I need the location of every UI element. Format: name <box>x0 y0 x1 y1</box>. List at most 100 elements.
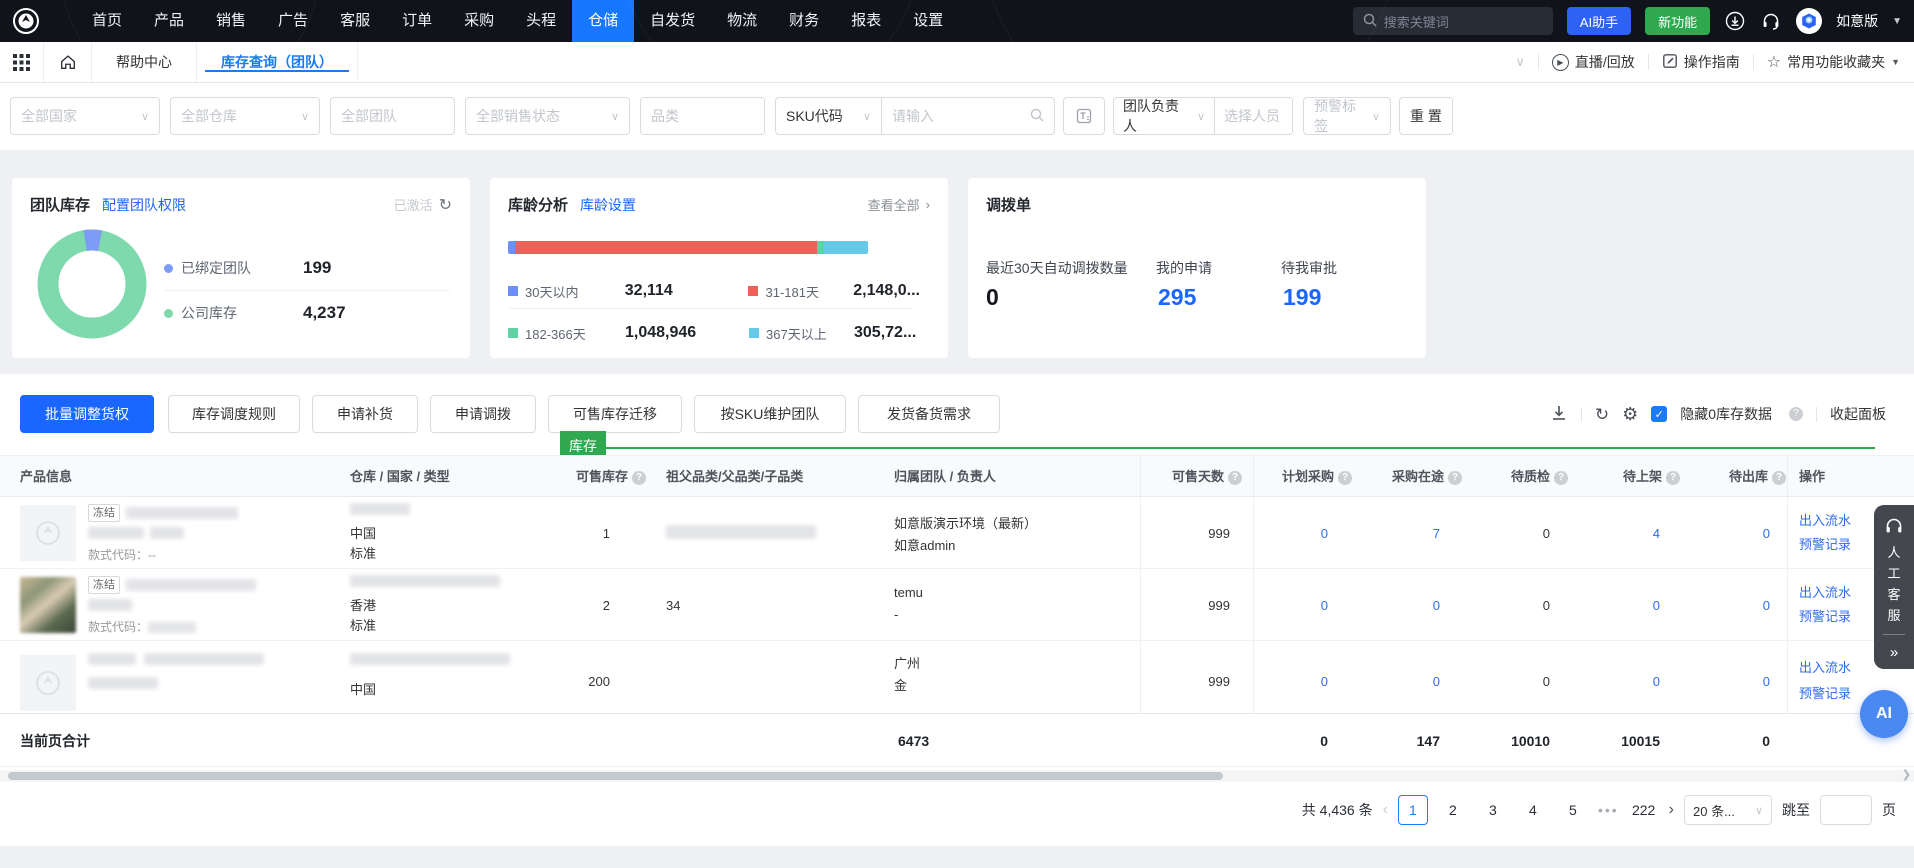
table-row[interactable]: 冻结 款式代码：-- 中国 标准 1 如意版演示环境（最新） 如意admin 9… <box>0 497 1914 569</box>
help-circle-icon[interactable]: ? <box>1448 471 1462 485</box>
page-4[interactable]: 4 <box>1518 795 1548 825</box>
help-circle-icon[interactable]: ? <box>1666 471 1680 485</box>
pending-shelving-link[interactable]: 4 <box>1586 526 1660 541</box>
help-circle-icon[interactable]: ? <box>1338 471 1352 485</box>
chevron-down-icon[interactable]: ▼ <box>1892 16 1902 27</box>
warning-record-link[interactable]: 预警记录 <box>1799 534 1851 553</box>
prev-page-arrow[interactable]: ‹ <box>1383 801 1388 819</box>
nav-item-customer-service[interactable]: 客服 <box>324 0 386 42</box>
warning-record-link[interactable]: 预警记录 <box>1799 683 1851 702</box>
nav-item-ads[interactable]: 广告 <box>262 0 324 42</box>
apply-transfer-button[interactable]: 申请调拨 <box>430 395 536 433</box>
maintain-team-by-sku-button[interactable]: 按SKU维护团队 <box>694 395 846 433</box>
favorites-menu[interactable]: ☆ 常用功能收藏夹 ▼ <box>1767 52 1900 72</box>
page-3[interactable]: 3 <box>1478 795 1508 825</box>
collapse-right-icon[interactable]: » <box>1890 644 1898 661</box>
nav-item-reports[interactable]: 报表 <box>835 0 897 42</box>
warning-tag-select[interactable]: 预警标签∨ <box>1303 97 1391 135</box>
team-select[interactable]: 全部团队 <box>330 97 455 135</box>
live-replay-button[interactable]: ▶ 直播/回放 <box>1552 52 1635 72</box>
nav-item-logistics[interactable]: 物流 <box>711 0 773 42</box>
scrollbar-thumb[interactable] <box>8 772 1223 780</box>
help-circle-icon[interactable]: ? <box>632 471 646 485</box>
help-circle-icon[interactable]: ? <box>1554 471 1568 485</box>
view-all-link[interactable]: 查看全部 › <box>868 195 930 214</box>
brand-logo-icon[interactable] <box>12 7 40 35</box>
pending-outbound-link[interactable]: 0 <box>1690 674 1770 689</box>
refresh-icon[interactable]: ↻ <box>1595 406 1609 423</box>
jump-page-input[interactable] <box>1820 795 1872 825</box>
user-avatar[interactable] <box>1796 8 1822 34</box>
page-2[interactable]: 2 <box>1438 795 1468 825</box>
next-page-arrow[interactable]: › <box>1669 801 1674 819</box>
global-search-input[interactable]: 搜索关键词 <box>1353 7 1553 35</box>
human-service-widget[interactable]: 人 工 客 服 » <box>1874 505 1914 669</box>
help-circle-icon[interactable]: ? <box>1228 471 1242 485</box>
stock-flow-link[interactable]: 出入流水 <box>1799 582 1851 601</box>
pending-shelving-link[interactable]: 0 <box>1586 598 1660 613</box>
shipping-stock-demand-button[interactable]: 发货备货需求 <box>858 395 1000 433</box>
sellable-stock-migration-button[interactable]: 可售库存迁移 <box>548 395 682 433</box>
help-circle-icon[interactable]: ? <box>1789 407 1803 421</box>
ai-assistant-button[interactable]: AI助手 <box>1567 7 1631 35</box>
download-icon[interactable] <box>1724 10 1746 32</box>
nav-item-warehouse[interactable]: 仓储 <box>572 0 634 42</box>
nav-item-purchasing[interactable]: 采购 <box>448 0 510 42</box>
batch-input-icon-button[interactable] <box>1063 97 1105 135</box>
nav-item-orders[interactable]: 订单 <box>386 0 448 42</box>
table-row[interactable]: 中国 200 广州 金 999 0 0 0 0 0 出入流水 预警记录 <box>0 641 1914 713</box>
purchase-transit-link[interactable]: 7 <box>1366 526 1440 541</box>
stock-flow-link[interactable]: 出入流水 <box>1799 510 1851 529</box>
horizontal-scrollbar[interactable]: ❯ <box>0 770 1914 782</box>
home-tab-icon[interactable] <box>44 42 92 82</box>
sku-input[interactable]: 请输入 <box>882 106 1054 126</box>
leader-type-select[interactable]: 团队负责人∨ <box>1114 96 1214 136</box>
pending-outbound-link[interactable]: 0 <box>1690 598 1770 613</box>
nav-item-products[interactable]: 产品 <box>138 0 200 42</box>
page-last[interactable]: 222 <box>1629 795 1659 825</box>
ai-floating-button[interactable]: AI <box>1860 690 1908 738</box>
pending-outbound-link[interactable]: 0 <box>1690 526 1770 541</box>
my-applications-count[interactable]: 295 <box>1158 284 1196 311</box>
scroll-right-arrow[interactable]: ❯ <box>1902 768 1911 781</box>
purchase-transit-link[interactable]: 0 <box>1366 674 1440 689</box>
tab-help-center[interactable]: 帮助中心 <box>92 42 197 82</box>
tab-inventory-query-team[interactable]: 库存查询（团队） <box>197 42 358 82</box>
age-settings-link[interactable]: 库龄设置 <box>580 195 636 215</box>
page-1[interactable]: 1 <box>1398 795 1428 825</box>
planned-purchase-link[interactable]: 0 <box>1256 674 1328 689</box>
sales-status-select[interactable]: 全部销售状态∨ <box>465 97 630 135</box>
planned-purchase-link[interactable]: 0 <box>1256 526 1328 541</box>
nav-item-sales[interactable]: 销售 <box>200 0 262 42</box>
refresh-icon[interactable]: ↻ <box>439 195 452 215</box>
configure-team-permission-link[interactable]: 配置团队权限 <box>102 195 186 215</box>
nav-item-settings[interactable]: 设置 <box>897 0 959 42</box>
batch-adjust-ownership-button[interactable]: 批量调整货权 <box>20 395 154 433</box>
chevron-down-icon[interactable]: ∨ <box>1515 54 1525 70</box>
help-circle-icon[interactable]: ? <box>1772 471 1786 485</box>
edition-label[interactable]: 如意版 <box>1836 11 1878 31</box>
pagination-ellipsis[interactable]: ••• <box>1598 802 1619 818</box>
nav-item-finance[interactable]: 财务 <box>773 0 835 42</box>
table-row[interactable]: 冻结 款式代码： 香港 标准 2 34 temu - 999 0 0 0 0 0… <box>0 569 1914 641</box>
apply-replenishment-button[interactable]: 申请补货 <box>312 395 418 433</box>
headset-icon[interactable] <box>1760 10 1782 32</box>
nav-item-home[interactable]: 首页 <box>76 0 138 42</box>
collapse-panel-button[interactable]: 收起面板 <box>1830 404 1886 424</box>
operation-guide-button[interactable]: 操作指南 <box>1662 52 1740 72</box>
country-select[interactable]: 全部国家∨ <box>10 97 160 135</box>
sku-type-select[interactable]: SKU代码∨ <box>776 106 881 126</box>
new-feature-button[interactable]: 新功能 <box>1645 7 1710 35</box>
nav-item-self-shipping[interactable]: 自发货 <box>634 0 711 42</box>
warning-record-link[interactable]: 预警记录 <box>1799 606 1851 625</box>
person-select[interactable]: 选择人员 <box>1215 106 1292 126</box>
nav-item-first-leg[interactable]: 头程 <box>510 0 572 42</box>
pending-shelving-link[interactable]: 0 <box>1586 674 1660 689</box>
export-download-icon[interactable] <box>1550 404 1568 425</box>
hide-zero-checkbox[interactable]: ✓ <box>1651 406 1667 422</box>
page-size-select[interactable]: 20 条... ∨ <box>1684 795 1772 825</box>
reset-button[interactable]: 重 置 <box>1399 97 1453 135</box>
purchase-transit-link[interactable]: 0 <box>1366 598 1440 613</box>
gear-icon[interactable]: ⚙ <box>1622 405 1638 423</box>
category-select[interactable]: 品类 <box>640 97 765 135</box>
